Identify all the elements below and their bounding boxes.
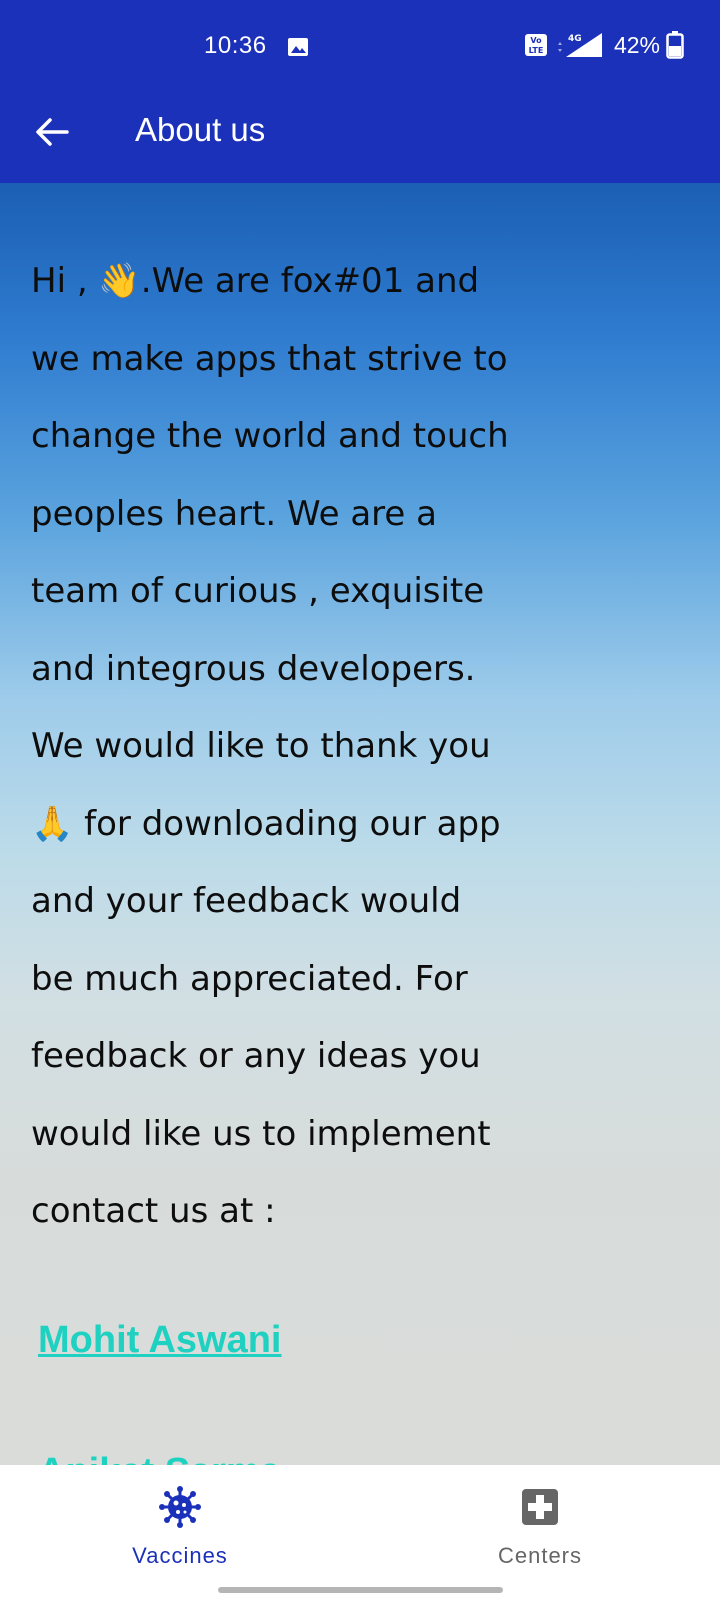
about-line: peoples heart. We are a	[31, 493, 437, 534]
about-content[interactable]: Hi , 👋.We are fox#01 and we make apps tha…	[0, 183, 720, 1465]
nav-label-vaccines: Vaccines	[132, 1543, 228, 1568]
signal-4g-icon: 4G	[557, 33, 602, 57]
about-line: and integrous developers.	[31, 648, 476, 689]
gesture-navigation-bar[interactable]	[218, 1587, 503, 1593]
back-button[interactable]	[28, 108, 76, 156]
about-line: change the world and touch	[31, 416, 509, 456]
arrow-left-icon	[36, 118, 69, 146]
virus-icon	[159, 1486, 201, 1528]
about-line: Hi , 👋.We are fox#01 and	[31, 261, 480, 301]
volte-icon: Vo LTE	[524, 34, 547, 56]
about-line: we make apps that strive to	[31, 338, 508, 379]
contact-link-mohit-aswani[interactable]: Mohit Aswani	[38, 1319, 281, 1362]
nav-item-centers[interactable]: Centers	[360, 1465, 720, 1583]
about-line: and your feedback would	[31, 881, 462, 921]
about-line: 🙏 for downloading our app	[31, 803, 501, 844]
status-icons: Vo LTE 4G 42%	[524, 30, 684, 60]
about-line: team of curious , exquisite	[31, 571, 485, 611]
medical-cross-icon	[522, 1489, 558, 1525]
header: 10:36 Vo LTE 4G 42% About us	[0, 0, 720, 183]
about-paragraph: Hi , 👋.We are fox#01 and we make apps tha…	[31, 243, 681, 1251]
about-line: be much appreciated. For	[31, 958, 468, 999]
about-line: contact us at :	[31, 1191, 276, 1231]
network-type-label: 4G	[568, 34, 582, 44]
battery-percentage: 42%	[613, 31, 660, 58]
contact-link-aniket-sarma[interactable]: Aniket Sarma	[38, 1451, 281, 1465]
nav-label-centers: Centers	[497, 1543, 583, 1568]
battery-icon	[666, 31, 684, 59]
image-notification-icon	[288, 38, 308, 56]
nav-item-vaccines[interactable]: Vaccines	[0, 1465, 360, 1583]
about-line: would like us to implement	[31, 1113, 491, 1154]
bottom-navigation: Vaccines Centers	[0, 1465, 720, 1600]
page-title: About us	[135, 111, 266, 148]
svg-text:Vo: Vo	[530, 36, 542, 45]
about-line: We would like to thank you	[31, 726, 491, 766]
status-time: 10:36	[204, 32, 267, 59]
about-line: feedback or any ideas you	[31, 1036, 481, 1076]
svg-text:LTE: LTE	[529, 46, 544, 55]
